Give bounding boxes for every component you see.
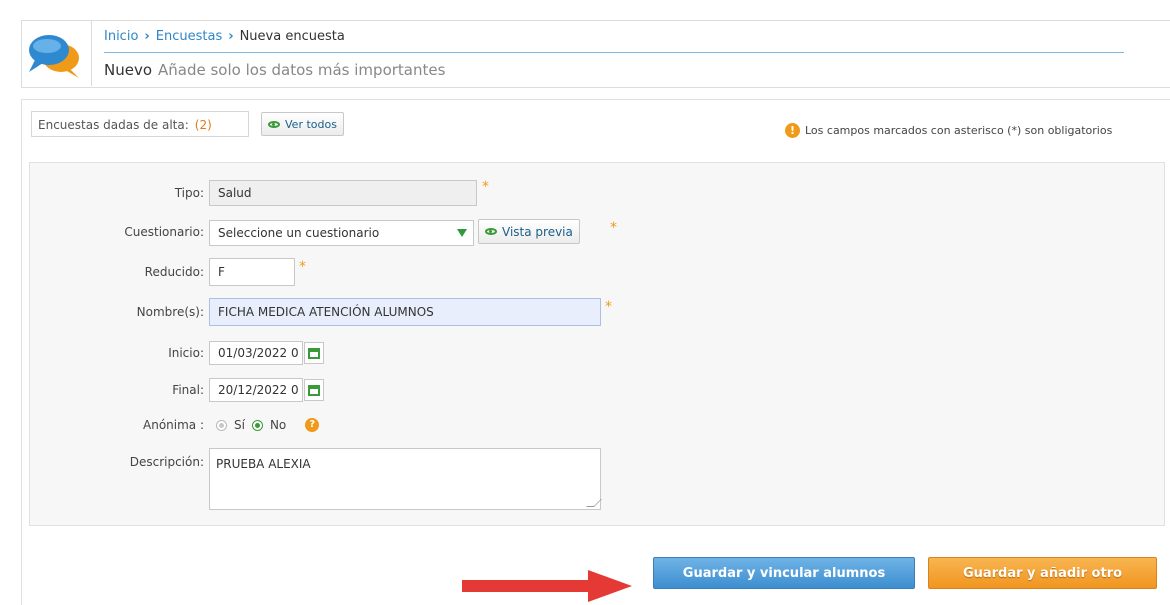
calendar-icon[interactable] (304, 379, 324, 401)
tipo-field: Salud (209, 180, 477, 206)
inicio-label: Inicio: (168, 346, 204, 360)
required-mark: * (605, 299, 612, 315)
final-label: Final: (172, 383, 204, 397)
required-mark: * (610, 220, 617, 236)
required-note-text: Los campos marcados con asterisco (*) so… (805, 124, 1113, 137)
view-all-label: Ver todos (285, 117, 337, 131)
surveys-count-value: (2) (194, 118, 212, 132)
dropdown-arrow-icon (457, 229, 467, 237)
breadcrumb-home-link[interactable]: Inicio (104, 29, 138, 44)
nombre-input[interactable]: FICHA MEDICA ATENCIÓN ALUMNOS (209, 298, 601, 326)
red-arrow-icon (462, 570, 632, 602)
descripcion-label: Descripción: (129, 455, 204, 469)
chevron-right-icon: › (144, 29, 150, 44)
required-note: ! Los campos marcados con asterisco (*) … (785, 123, 1112, 138)
inicio-value: 01/03/2022 0 (218, 346, 299, 360)
descripcion-value: PRUEBA ALEXIA (216, 457, 311, 471)
tipo-value: Salud (218, 186, 252, 200)
tipo-label: Tipo: (174, 186, 204, 200)
view-all-button[interactable]: Ver todos (261, 112, 344, 136)
final-value: 20/12/2022 0 (218, 383, 299, 397)
exclamation-icon: ! (785, 123, 800, 138)
calendar-icon[interactable] (304, 342, 324, 364)
anonima-radio-group: Sí No ? (216, 418, 320, 432)
cuestionario-select[interactable]: Seleccione un cuestionario (209, 220, 474, 246)
app-logo (21, 20, 92, 86)
anonima-no-radio[interactable] (251, 419, 263, 431)
header-divider (104, 52, 1124, 53)
eye-icon (485, 228, 497, 235)
eye-icon (268, 120, 280, 128)
anonima-yes-radio[interactable] (216, 419, 227, 431)
cuestionario-value: Seleccione un cuestionario (218, 226, 380, 240)
reducido-value: F (218, 265, 225, 279)
anonima-label: Anónima : (143, 418, 204, 432)
anonima-no-label: No (269, 418, 287, 432)
page-title: Nuevo Añade solo los datos más importante… (104, 61, 445, 79)
cuestionario-label: Cuestionario: (124, 225, 204, 239)
save-and-link-button[interactable]: Guardar y vincular alumnos (653, 557, 915, 589)
breadcrumb-current: Nueva encuesta (239, 29, 345, 44)
chat-bubbles-icon (29, 35, 79, 78)
required-mark: * (482, 179, 489, 195)
nombre-label: Nombre(s): (136, 305, 204, 319)
page-title-text: Nuevo (104, 61, 153, 79)
reducido-label: Reducido: (144, 265, 204, 279)
surveys-count-box: Encuestas dadas de alta: (2) (31, 111, 249, 137)
nombre-value: FICHA MEDICA ATENCIÓN ALUMNOS (218, 305, 434, 319)
breadcrumb: Inicio › Encuestas › Nueva encuesta (104, 29, 345, 44)
preview-button[interactable]: Vista previa (478, 219, 580, 244)
save-and-add-button[interactable]: Guardar y añadir otro (928, 557, 1157, 589)
anonima-yes-label: Sí (234, 418, 245, 432)
resize-grip-icon[interactable] (586, 499, 602, 507)
page-subtitle: Añade solo los datos más importantes (158, 61, 446, 79)
help-icon[interactable]: ? (305, 418, 320, 432)
reducido-input[interactable]: F (209, 258, 295, 286)
breadcrumb-section-link[interactable]: Encuestas (156, 29, 222, 44)
final-date-input[interactable]: 20/12/2022 0 (209, 378, 303, 402)
required-mark: * (299, 259, 306, 275)
descripcion-textarea[interactable]: PRUEBA ALEXIA (209, 448, 602, 510)
preview-label: Vista previa (502, 224, 573, 239)
chevron-right-icon: › (228, 29, 234, 44)
inicio-date-input[interactable]: 01/03/2022 0 (209, 341, 303, 365)
surveys-count-label: Encuestas dadas de alta: (38, 118, 189, 132)
